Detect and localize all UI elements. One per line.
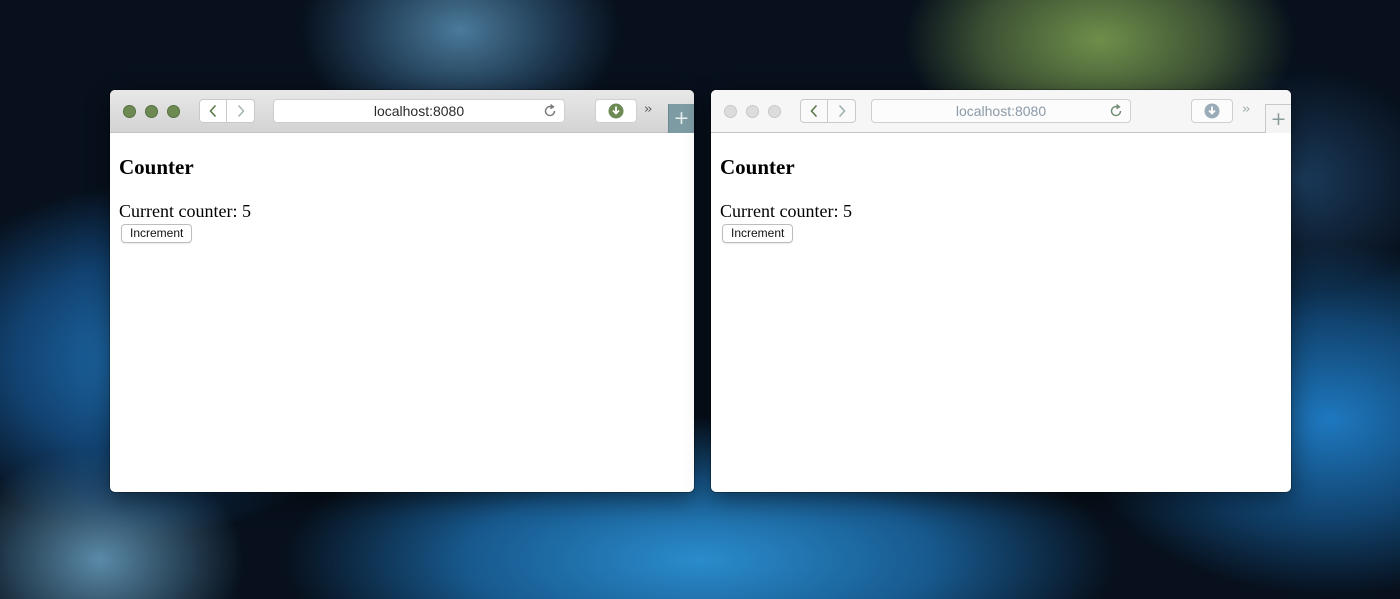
counter-text: Current counter: 5	[720, 201, 1282, 221]
traffic-lights	[123, 105, 180, 118]
chevron-double-right-icon[interactable]: ››	[644, 100, 653, 120]
counter-label: Current counter:	[119, 201, 238, 221]
increment-button[interactable]: Increment	[121, 224, 193, 243]
address-bar[interactable]: localhost:8080	[871, 99, 1131, 123]
page-title: Counter	[119, 155, 194, 179]
increment-button[interactable]: Increment	[722, 224, 794, 243]
forward-button[interactable]	[227, 99, 255, 123]
address-bar[interactable]: localhost:8080	[273, 99, 565, 123]
download-icon	[608, 103, 624, 119]
reload-icon[interactable]	[542, 103, 558, 119]
counter-value: 5	[241, 201, 251, 221]
chevron-right-icon	[237, 104, 245, 118]
new-tab-button[interactable]: +	[1265, 104, 1291, 133]
browser-window-inactive: localhost:8080 ›› + Counter Current coun…	[711, 90, 1291, 492]
downloads-button[interactable]	[1191, 99, 1233, 123]
address-url: localhost:8080	[955, 103, 1047, 119]
back-button[interactable]	[800, 99, 828, 123]
traffic-lights	[724, 105, 781, 118]
chevron-right-icon	[838, 104, 846, 118]
back-button[interactable]	[199, 99, 227, 123]
nav-buttons	[800, 99, 856, 123]
zoom-icon[interactable]	[768, 105, 781, 118]
close-icon[interactable]	[123, 105, 136, 118]
address-url: localhost:8080	[373, 103, 465, 119]
minimize-icon[interactable]	[145, 105, 158, 118]
browser-toolbar: localhost:8080 ›› +	[110, 90, 694, 133]
plus-icon: +	[1270, 107, 1287, 130]
nav-buttons	[199, 99, 255, 123]
counter-text: Current counter: 5	[119, 201, 685, 221]
reload-icon[interactable]	[1108, 103, 1124, 119]
close-icon[interactable]	[724, 105, 737, 118]
plus-icon: +	[673, 107, 690, 129]
zoom-icon[interactable]	[167, 105, 180, 118]
page-content: Counter Current counter: 5 Increment	[711, 133, 1291, 492]
chevron-left-icon	[209, 104, 217, 118]
chevron-left-icon	[810, 104, 818, 118]
forward-button[interactable]	[828, 99, 856, 123]
browser-toolbar: localhost:8080 ›› +	[711, 90, 1291, 133]
chevron-double-right-icon[interactable]: ››	[1242, 100, 1251, 120]
page-content: Counter Current counter: 5 Increment	[110, 133, 694, 492]
minimize-icon[interactable]	[746, 105, 759, 118]
counter-label: Current counter:	[720, 201, 839, 221]
download-icon	[1204, 103, 1220, 119]
new-tab-button[interactable]: +	[668, 104, 694, 133]
page-title: Counter	[720, 155, 795, 179]
counter-value: 5	[842, 201, 852, 221]
downloads-button[interactable]	[595, 99, 637, 123]
browser-window-active: localhost:8080 ›› + Counter Current coun…	[110, 90, 694, 492]
